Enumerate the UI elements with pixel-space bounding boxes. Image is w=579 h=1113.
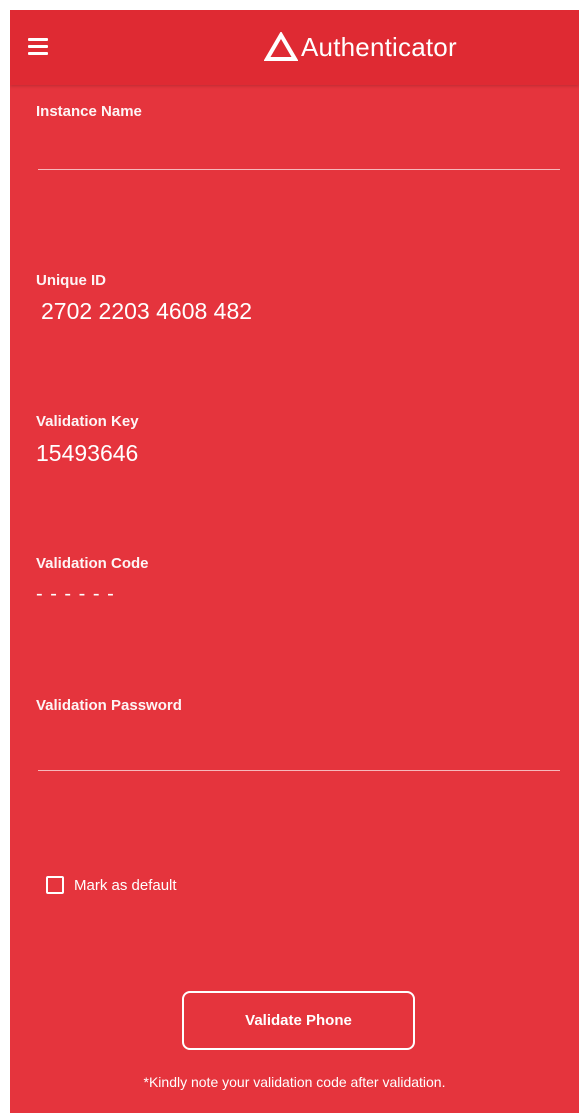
app-bar: Authenticator — [10, 10, 579, 85]
validation-footer-note: *Kindly note your validation code after … — [143, 1074, 446, 1090]
validation-key-label: Validation Key — [36, 413, 139, 430]
validation-code-label: Validation Code — [36, 555, 149, 572]
hamburger-menu-icon[interactable] — [28, 38, 48, 55]
mark-default-row[interactable]: Mark as default — [46, 876, 177, 894]
instance-name-label: Instance Name — [36, 103, 142, 120]
instance-name-underline — [38, 169, 560, 170]
validation-code-value: - - - - - - — [36, 583, 115, 605]
app-title: Authenticator — [301, 31, 457, 62]
validation-password-label: Validation Password — [36, 697, 182, 714]
validation-password-input[interactable] — [38, 730, 560, 766]
mark-default-label: Mark as default — [74, 876, 177, 894]
app-brand: Authenticator — [264, 30, 457, 64]
validation-key-value: 15493646 — [36, 440, 139, 466]
unique-id-value: 2702 2203 4608 482 — [41, 298, 253, 324]
validate-phone-button[interactable]: Validate Phone — [182, 991, 415, 1050]
authenticator-screen: Authenticator Instance Name Unique ID 27… — [10, 10, 579, 1113]
triangle-logo-icon — [264, 32, 298, 61]
validation-password-underline — [38, 770, 560, 771]
mark-default-checkbox[interactable] — [46, 876, 64, 894]
unique-id-label: Unique ID — [36, 272, 106, 289]
instance-name-input[interactable] — [38, 132, 560, 168]
